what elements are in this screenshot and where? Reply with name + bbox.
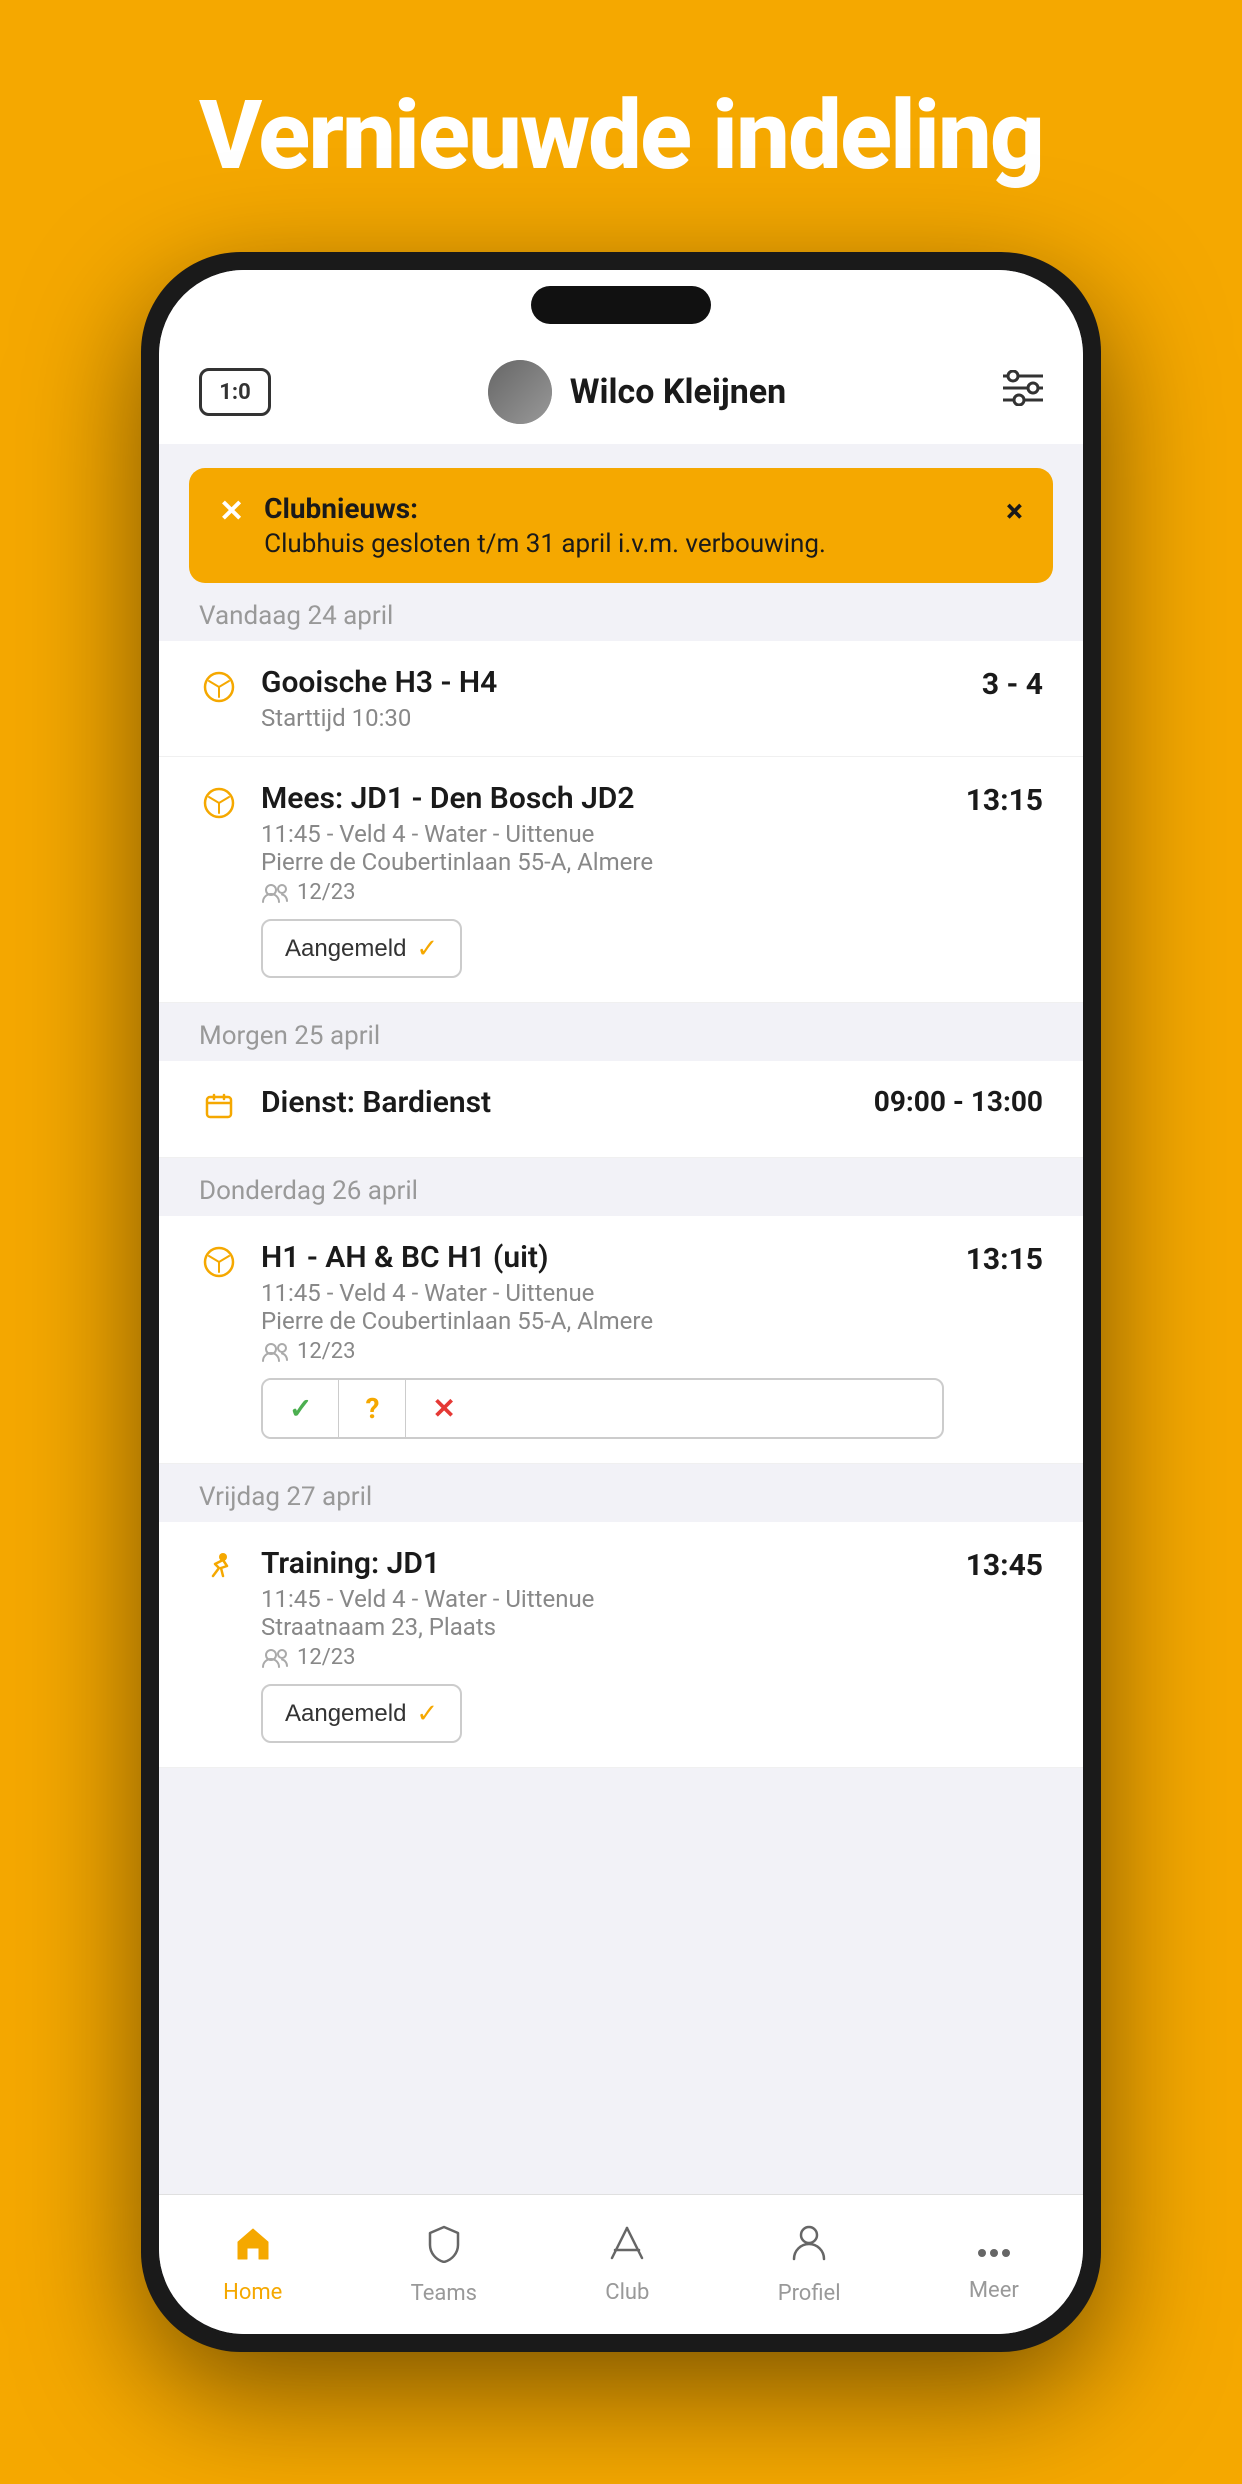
score-icon: 1:0 [199, 368, 271, 416]
aangemeld-button-training[interactable]: Aangemeld ✓ [261, 1684, 462, 1743]
phone-frame: 1:0 Wilco Kleijnen [141, 252, 1101, 2352]
avatar-image [488, 360, 552, 424]
event-title-h1: H1 - AH & BC H1 (uit) [261, 1240, 944, 1275]
nav-item-profiel[interactable]: Profiel [778, 2223, 841, 2306]
event-sub-mees: 11:45 - Veld 4 - Water - Uittenue [261, 820, 944, 848]
nav-label-teams: Teams [411, 2281, 477, 2306]
notification-banner: ✕ Clubnieuws: Clubhuis gesloten t/m 31 a… [189, 468, 1053, 583]
service-icon [199, 1089, 239, 1133]
event-sub-training: 11:45 - Veld 4 - Water - Uittenue [261, 1585, 944, 1613]
profiel-icon [790, 2223, 828, 2273]
event-location-training: Straatnaam 23, Plaats [261, 1613, 944, 1641]
nav-item-home[interactable]: Home [223, 2224, 282, 2305]
aangemeld-check-mees: ✓ [416, 933, 438, 964]
event-sub-h1: 11:45 - Veld 4 - Water - Uittenue [261, 1279, 944, 1307]
match-icon-2 [199, 785, 239, 829]
event-sub-gooische: Starttijd 10:30 [261, 704, 960, 732]
date-header-morgen: Morgen 25 april [159, 1003, 1083, 1061]
date-header-vrijdag: Vrijdag 27 april [159, 1464, 1083, 1522]
filter-icon[interactable] [1003, 370, 1043, 415]
event-time-mees: 13:15 [966, 783, 1043, 818]
event-title-bardienst: Dienst: Bardienst [261, 1085, 852, 1120]
event-details-h1: H1 - AH & BC H1 (uit) 11:45 - Veld 4 - W… [261, 1240, 944, 1439]
date-header-donderdag: Donderdag 26 april [159, 1158, 1083, 1216]
page-background: Vernieuwde indeling 1:0 Wilco Kleijnen [141, 0, 1101, 2352]
nav-label-meer: Meer [969, 2278, 1019, 2303]
notification-text: Clubnieuws: Clubhuis gesloten t/m 31 apr… [264, 492, 986, 559]
event-score-gooische: 3 - 4 [982, 667, 1043, 702]
notification-body: Clubhuis gesloten t/m 31 april i.v.m. ve… [264, 529, 986, 559]
meer-icon [975, 2226, 1013, 2270]
event-details-gooische: Gooische H3 - H4 Starttijd 10:30 [261, 665, 960, 732]
players-count-h1: 12/23 [297, 1339, 356, 1364]
teams-icon [425, 2223, 463, 2273]
notification-title: Clubnieuws: [264, 492, 418, 525]
event-details-mees: Mees: JD1 - Den Bosch JD2 11:45 - Veld 4… [261, 781, 944, 978]
avatar [488, 360, 552, 424]
players-count-training: 12/23 [297, 1645, 356, 1670]
event-location-h1: Pierre de Coubertinlaan 55-A, Almere [261, 1307, 944, 1335]
event-players-training: 12/23 [261, 1645, 944, 1670]
resp-yes-button[interactable]: ✓ [263, 1380, 339, 1437]
event-time-h1: 13:15 [966, 1242, 1043, 1277]
event-players-mees: 12/23 [261, 880, 944, 905]
event-title-mees: Mees: JD1 - Den Bosch JD2 [261, 781, 944, 816]
event-title-training: Training: JD1 [261, 1546, 944, 1581]
event-card-h1: H1 - AH & BC H1 (uit) 11:45 - Veld 4 - W… [159, 1216, 1083, 1464]
event-card-mees: Mees: JD1 - Den Bosch JD2 11:45 - Veld 4… [159, 757, 1083, 1003]
camera-pill [531, 286, 711, 324]
club-icon [608, 2224, 646, 2272]
user-info: Wilco Kleijnen [488, 360, 786, 424]
event-time-training: 13:45 [966, 1548, 1043, 1583]
nav-item-teams[interactable]: Teams [411, 2223, 477, 2306]
resp-no-button[interactable]: ✕ [406, 1380, 481, 1437]
event-details-training: Training: JD1 11:45 - Veld 4 - Water - U… [261, 1546, 944, 1743]
training-icon [199, 1550, 239, 1594]
page-title: Vernieuwde indeling [141, 80, 1101, 192]
bottom-navigation: Home Teams [159, 2194, 1083, 2334]
app-header: 1:0 Wilco Kleijnen [159, 340, 1083, 444]
aangemeld-button-mees[interactable]: Aangemeld ✓ [261, 919, 462, 978]
phone-screen: 1:0 Wilco Kleijnen [159, 270, 1083, 2334]
match-icon-1 [199, 669, 239, 713]
scroll-content: Vandaag 24 april Gooische H3 - H4 Startt… [159, 583, 1083, 2194]
nav-item-club[interactable]: Club [605, 2224, 649, 2305]
event-time-bardienst: 09:00 - 13:00 [874, 1085, 1043, 1118]
aangemeld-check-training: ✓ [416, 1698, 438, 1729]
event-card-bardienst: Dienst: Bardienst 09:00 - 13:00 [159, 1061, 1083, 1158]
home-icon [233, 2224, 273, 2272]
match-icon-3 [199, 1244, 239, 1288]
event-title-gooische: Gooische H3 - H4 [261, 665, 960, 700]
event-card-gooische: Gooische H3 - H4 Starttijd 10:30 3 - 4 [159, 641, 1083, 757]
event-location-mees: Pierre de Coubertinlaan 55-A, Almere [261, 848, 944, 876]
response-buttons-h1: ✓ ? ✕ [261, 1378, 944, 1439]
notification-x-icon: ✕ [219, 494, 244, 529]
phone-top-bar [159, 270, 1083, 340]
date-header-vandaag: Vandaag 24 april [159, 583, 1083, 641]
event-details-bardienst: Dienst: Bardienst [261, 1085, 852, 1120]
resp-maybe-button[interactable]: ? [339, 1380, 406, 1437]
event-card-training: Training: JD1 11:45 - Veld 4 - Water - U… [159, 1522, 1083, 1768]
user-name: Wilco Kleijnen [570, 372, 786, 412]
nav-label-profiel: Profiel [778, 2281, 841, 2306]
event-players-h1: 12/23 [261, 1339, 944, 1364]
players-count-mees: 12/23 [297, 880, 356, 905]
nav-label-club: Club [605, 2280, 649, 2305]
notification-close-button[interactable]: × [1006, 492, 1023, 530]
nav-label-home: Home [223, 2280, 282, 2305]
nav-item-meer[interactable]: Meer [969, 2226, 1019, 2303]
